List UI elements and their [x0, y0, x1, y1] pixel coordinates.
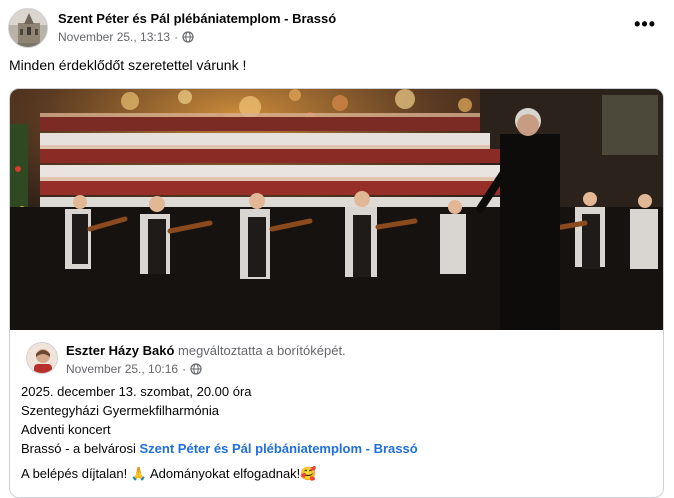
- author-line: Eszter Házy Bakó megváltoztatta a borító…: [66, 343, 346, 358]
- donations-text: Adományokat elfogadnak!: [149, 466, 301, 481]
- location-prefix: Brassó - a belvárosi: [21, 441, 136, 456]
- admission-text: A belépés díjtalan!: [21, 466, 128, 481]
- page-avatar[interactable]: [8, 8, 48, 48]
- event-date: 2025. december 13. szombat, 20.00 óra: [21, 384, 252, 399]
- author-avatar[interactable]: [26, 342, 58, 374]
- shared-meta: November 25., 10:16 ·: [66, 362, 202, 376]
- shared-text: 2025. december 13. szombat, 20.00 óra Sz…: [21, 382, 418, 483]
- church-avatar-image: [9, 9, 47, 47]
- praying-hands-icon: 🙏: [130, 466, 148, 481]
- author-action: megváltoztatta a borítóképét.: [178, 343, 346, 358]
- meta-separator: ·: [174, 30, 179, 44]
- event-title: Adventi koncert: [21, 422, 111, 437]
- post-text: Minden érdeklődőt szeretettel várunk !: [9, 57, 247, 73]
- smiling-hearts-icon: 🥰: [300, 466, 317, 481]
- meta-separator: ·: [182, 362, 187, 376]
- shared-post-card[interactable]: Eszter Házy Bakó megváltoztatta a borító…: [9, 88, 664, 498]
- event-admission: A belépés díjtalan! 🙏 Adományokat elfoga…: [21, 464, 418, 483]
- shared-post-body: Eszter Házy Bakó megváltoztatta a borító…: [10, 330, 663, 497]
- more-options-icon[interactable]: •••: [634, 15, 656, 33]
- shared-timestamp[interactable]: November 25., 10:16: [66, 362, 178, 376]
- globe-icon: [190, 363, 202, 375]
- post-meta: November 25., 13:13 ·: [58, 30, 194, 44]
- page-mention-link[interactable]: Szent Péter és Pál plébániatemplom - Bra…: [140, 441, 418, 456]
- post-timestamp[interactable]: November 25., 13:13: [58, 30, 170, 44]
- author-avatar-image: [27, 343, 57, 373]
- concert-photo[interactable]: [10, 89, 663, 330]
- page-name[interactable]: Szent Péter és Pál plébániatemplom - Bra…: [58, 11, 336, 26]
- globe-icon: [182, 31, 194, 43]
- author-name[interactable]: Eszter Házy Bakó: [66, 343, 174, 358]
- post-header: Szent Péter és Pál plébániatemplom - Bra…: [8, 8, 666, 48]
- event-performer: Szentegyházi Gyermekfilharmónia: [21, 403, 219, 418]
- event-location: Brassó - a belvárosi Szent Péter és Pál …: [21, 439, 418, 458]
